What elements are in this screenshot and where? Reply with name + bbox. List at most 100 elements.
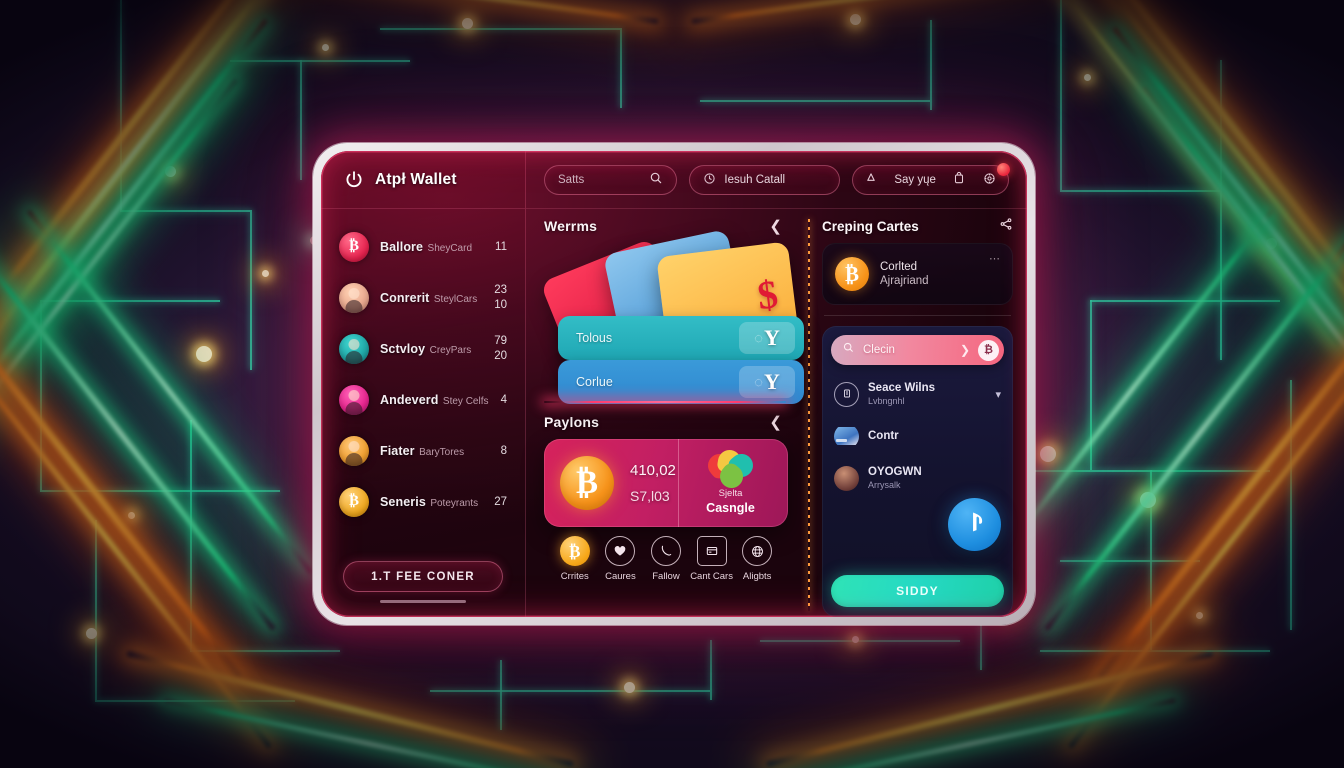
notification-badge [997, 162, 1010, 176]
sidebar-item-sctvloy[interactable]: Sctvloy CreyPars 79 20 [321, 323, 525, 374]
wallets-title: Werrms [544, 218, 598, 234]
panel-row-text: Seace Wilns Lvbngnhl [868, 382, 986, 407]
payment-value-secondary: S7,l03 [630, 488, 670, 504]
bottom-nav-label: Fallow [652, 571, 680, 582]
bottom-nav-aligbts[interactable]: Aligbts [734, 536, 780, 582]
tablet-device-frame: Atpł Wallet ₿ Ballore SheyCard 11 Conrer… [313, 143, 1035, 625]
bottom-nav-cant-cars[interactable]: Cant Cars [689, 536, 735, 582]
wallet-row-label: Corlue [576, 375, 613, 389]
main-body: Werrms ❮ $ Tolous ◌ Y Corlue ◌ Y Paylons… [526, 209, 1027, 617]
card-icon [696, 536, 727, 566]
wallet-row-corlue[interactable]: Corlue ◌ Y [558, 360, 804, 404]
panel-row-contr[interactable]: Contr [831, 415, 1004, 457]
currency-badge: ₿ [978, 339, 999, 361]
sidebar-item-text: Seneris Poteyrants [380, 493, 483, 511]
right-panel-header: Creping Cartes [822, 209, 1013, 243]
bell-icon[interactable] [864, 171, 878, 188]
share-icon[interactable] [999, 217, 1013, 236]
chevron-down-icon[interactable]: ▾ [995, 388, 1001, 401]
panel-search-input[interactable]: Clecin ❯ ₿ [831, 335, 1004, 365]
payments-title: Paylons [544, 414, 600, 430]
sidebar-item-sub: SheyCard [427, 242, 472, 254]
playstation-icon [962, 509, 988, 540]
divider [824, 315, 1011, 316]
wallets-section-header: Werrms ❮ [544, 209, 788, 243]
contact-text: Corlted Ajrajriand [880, 260, 929, 288]
sidebar-item-seneris[interactable]: ₿ Seneris Poteyrants 27 [321, 476, 525, 527]
sidebar-item-count: 27 [494, 495, 507, 509]
payment-value-primary: 410,02 [630, 462, 676, 479]
catalog-label: Iesuh Catall [724, 173, 786, 186]
sidebar-item-name: Ballore [380, 239, 424, 254]
right-panel: Creping Cartes ⋯ ₿ Corlted Ajrajriand Cl… [814, 209, 1027, 617]
payment-card[interactable]: ₿ 410,02 S7,l03 Sjelta Casngle [544, 439, 788, 527]
avatar [339, 282, 369, 313]
bottom-nav-caures[interactable]: Caures [598, 536, 644, 582]
gear-icon[interactable] [982, 171, 997, 189]
more-dots-icon[interactable]: ⋯ [989, 252, 1001, 265]
provider-line2: Casngle [706, 500, 755, 515]
panel-row-seace-wilns[interactable]: Seace Wilns Lvbngnhl ▾ [831, 373, 1004, 415]
sidebar-item-count: 11 [495, 240, 507, 254]
bottom-nav-label: Aligbts [742, 571, 772, 582]
panel-row-sub: Lvbngnhl [868, 395, 905, 406]
sidebar-item-count: 79 20 [494, 334, 507, 363]
sidebar-item-ballore[interactable]: ₿ Ballore SheyCard 11 [321, 221, 525, 272]
avatar [339, 435, 369, 466]
payment-values: 410,02 S7,l03 [614, 458, 678, 508]
top-bar: Satts Iesuh Catall Say yųe [526, 151, 1027, 209]
power-icon [343, 169, 365, 191]
sidebar-item-name: Sctvloy [380, 341, 426, 356]
clock-icon [703, 172, 716, 188]
sidebar-item-count: 23 10 [494, 283, 507, 312]
btc-coin-icon: ₿ [339, 231, 369, 262]
fee-corner-button[interactable]: 1.T FEE CONER [343, 561, 503, 592]
sidebar-item-sub: Poteyrants [430, 497, 479, 509]
sidebar-count-secondary: 10 [494, 299, 507, 311]
bag-icon[interactable] [952, 171, 966, 188]
bottom-nav-crrites[interactable]: ₿ Crrites [552, 536, 598, 582]
bottom-nav-fallow[interactable]: Fallow [643, 536, 689, 582]
wallet-badge-letter: Y [764, 325, 780, 350]
provider-line1: Sjelta [718, 487, 743, 499]
globe-icon [742, 536, 773, 566]
chevron-left-icon[interactable]: ❮ [763, 415, 788, 430]
btc-coin-icon: ₿ [339, 486, 369, 517]
heart-icon [605, 536, 636, 566]
sidebar-item-name: Seneris [380, 494, 426, 509]
panel-search-value: Clecin [863, 344, 895, 356]
sidebar-count-secondary: 20 [494, 350, 507, 362]
sidebar-item-text: Andeverd Stey Celfs [380, 391, 490, 409]
flower-logo-icon [702, 447, 758, 493]
playstation-action-button[interactable] [948, 498, 1001, 551]
bitcoin-icon: ₿ [835, 257, 869, 291]
actions-group[interactable]: Say yųe [852, 162, 1010, 195]
panel-row-name: Seace Wilns [868, 381, 936, 394]
home-indicator [380, 600, 466, 603]
wallet-badge-letter: Y [764, 369, 780, 394]
app-brand: Atpł Wallet [321, 151, 525, 209]
submit-button[interactable]: SIDDY [831, 575, 1004, 607]
sidebar-item-fiater[interactable]: Fiater BaryTores 8 [321, 425, 525, 476]
sidebar-count-primary: 8 [500, 444, 507, 457]
search-input[interactable]: Satts [544, 164, 678, 195]
sidebar-item-sub: CreyPars [429, 344, 472, 356]
catalog-button[interactable]: Iesuh Catall [689, 164, 841, 195]
contact-line2: Ajrajriand [880, 275, 929, 287]
panel-row-oyogwn[interactable]: OYOGWN Arrysalk [831, 457, 1004, 499]
sidebar-item-name: Andeverd [380, 392, 439, 407]
sidebar-item-conrerit[interactable]: Conrerit SteylCars 23 10 [321, 272, 525, 323]
contact-card[interactable]: ⋯ ₿ Corlted Ajrajriand [822, 243, 1013, 305]
sidebar-item-andeverd[interactable]: Andeverd Stey Celfs 4 [321, 374, 525, 425]
user-avatar [834, 465, 859, 491]
app-screen: Atpł Wallet ₿ Ballore SheyCard 11 Conrer… [321, 151, 1027, 617]
sidebar: Atpł Wallet ₿ Ballore SheyCard 11 Conrer… [321, 151, 526, 617]
chevron-left-icon[interactable]: ❮ [763, 219, 788, 234]
vertical-dotted-divider [804, 209, 814, 617]
chevron-right-icon[interactable]: ❯ [960, 343, 970, 357]
payments-section-header: Paylons ❮ [544, 405, 788, 439]
phone-icon [650, 536, 681, 566]
wallet-row-tolous[interactable]: Tolous ◌ Y [558, 316, 804, 360]
wallet-badge: ◌ Y [739, 322, 795, 354]
sidebar-item-count: 8 [501, 444, 507, 458]
